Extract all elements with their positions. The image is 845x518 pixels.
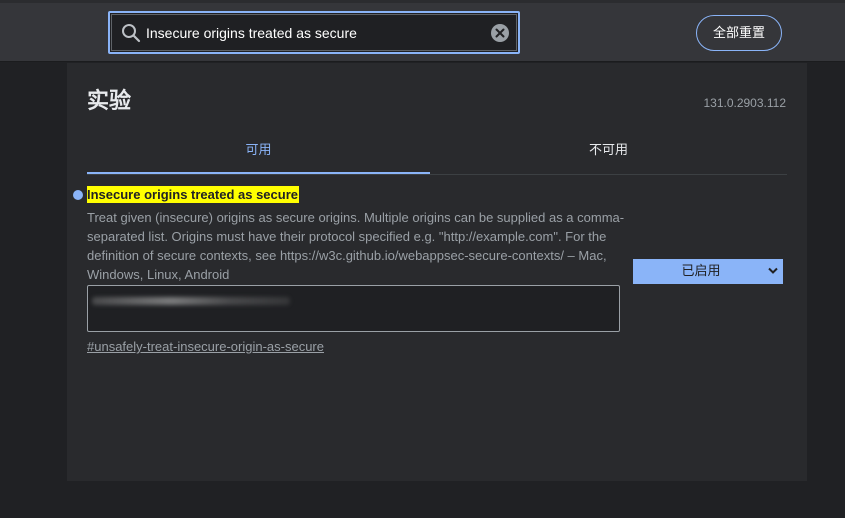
tab-bar: 可用 不可用 — [87, 134, 787, 175]
chevron-down-icon — [768, 267, 778, 274]
page-title: 实验 — [87, 89, 132, 114]
search-input[interactable] — [146, 19, 486, 47]
close-icon — [495, 28, 505, 38]
toolbar-top-edge — [0, 0, 845, 3]
experiment-permalink[interactable]: #unsafely-treat-insecure-origin-as-secur… — [87, 339, 324, 354]
clear-search-button[interactable] — [491, 24, 509, 42]
origins-textarea[interactable] — [87, 285, 620, 332]
experiment-title: Insecure origins treated as secure — [87, 186, 299, 203]
select-value: 已启用 — [681, 264, 721, 279]
search-icon — [122, 24, 141, 43]
top-toolbar: 全部重置 — [0, 0, 845, 62]
version-label: 131.0.2903.112 — [703, 96, 786, 110]
modified-indicator-dot — [73, 190, 83, 200]
experiments-panel: 实验 131.0.2903.112 可用 不可用 Insecure origin… — [67, 63, 807, 481]
experiment-description: Treat given (insecure) origins as secure… — [87, 210, 625, 282]
experiment-status-select[interactable]: 已启用 — [633, 259, 783, 284]
tab-available[interactable]: 可用 — [87, 134, 430, 174]
search-box[interactable] — [108, 11, 520, 54]
redacted-origins-text — [92, 297, 290, 305]
reset-all-button[interactable]: 全部重置 — [696, 15, 782, 51]
tab-unavailable[interactable]: 不可用 — [437, 134, 780, 172]
